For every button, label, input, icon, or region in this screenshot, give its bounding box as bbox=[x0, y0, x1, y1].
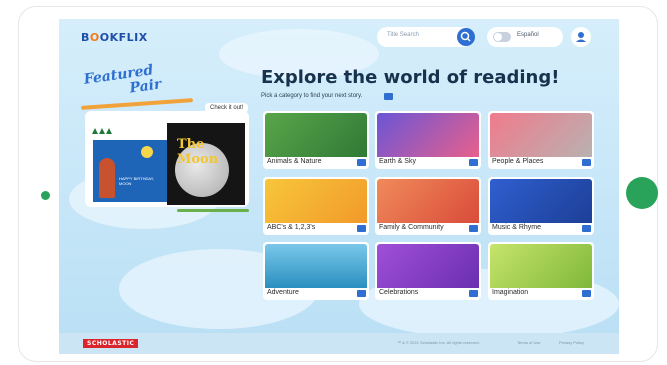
search-button[interactable] bbox=[457, 28, 475, 46]
audio-icon[interactable] bbox=[582, 159, 591, 166]
category-image bbox=[265, 113, 367, 157]
decorative-swoosh bbox=[177, 209, 249, 212]
language-toggle[interactable]: Español bbox=[487, 27, 563, 47]
terms-link[interactable]: Terms of Use bbox=[517, 340, 541, 345]
category-tile-family-community[interactable]: Family & Community bbox=[375, 177, 481, 235]
search-placeholder: Title Search bbox=[387, 32, 419, 38]
audio-icon[interactable] bbox=[582, 290, 591, 297]
audio-icon[interactable] bbox=[469, 159, 478, 166]
language-label: Español bbox=[517, 32, 539, 38]
privacy-link[interactable]: Privacy Policy bbox=[559, 340, 584, 345]
category-image bbox=[490, 244, 592, 288]
category-image bbox=[265, 179, 367, 223]
category-tile-abcs-123s[interactable]: ABC's & 1,2,3's bbox=[263, 177, 369, 235]
bookflix-logo[interactable]: BOOKFLIX bbox=[81, 31, 148, 44]
category-label: ABC's & 1,2,3's bbox=[267, 224, 316, 231]
audio-icon[interactable] bbox=[357, 225, 366, 232]
audio-icon[interactable] bbox=[357, 290, 366, 297]
character-illustration bbox=[99, 158, 115, 198]
featured-pair-title: Featured Pair bbox=[82, 62, 163, 97]
category-image bbox=[377, 113, 479, 157]
category-tile-music-rhyme[interactable]: Music & Rhyme bbox=[488, 177, 594, 235]
category-label: Music & Rhyme bbox=[492, 224, 542, 231]
book-title: The Moon bbox=[177, 137, 219, 167]
home-button[interactable] bbox=[626, 177, 658, 209]
toggle-switch[interactable] bbox=[493, 32, 511, 42]
category-tile-adventure[interactable]: Adventure bbox=[263, 242, 369, 300]
copyright-text: ™ & © 2021 Scholastic Inc. All rights re… bbox=[397, 340, 480, 345]
scholastic-logo[interactable]: SCHOLASTIC bbox=[83, 339, 139, 348]
audio-icon[interactable] bbox=[582, 225, 591, 232]
category-image bbox=[377, 244, 479, 288]
nonfiction-book-cover[interactable]: The Moon bbox=[167, 123, 245, 205]
category-image bbox=[490, 113, 592, 157]
category-image bbox=[490, 179, 592, 223]
toggle-knob bbox=[494, 33, 502, 41]
footer-bar: SCHOLASTIC ™ & © 2021 Scholastic Inc. Al… bbox=[59, 333, 619, 354]
category-label: Adventure bbox=[267, 289, 299, 296]
category-tile-earth-sky[interactable]: Earth & Sky bbox=[375, 111, 481, 169]
audio-icon[interactable] bbox=[469, 290, 478, 297]
category-label: Family & Community bbox=[379, 224, 444, 231]
category-tile-people-places[interactable]: People & Places bbox=[488, 111, 594, 169]
category-tile-animals-nature[interactable]: Animals & Nature bbox=[263, 111, 369, 169]
category-label: Earth & Sky bbox=[379, 158, 416, 165]
category-image bbox=[265, 244, 367, 288]
camera-dot bbox=[41, 191, 50, 200]
category-label: People & Places bbox=[492, 158, 544, 165]
category-label: Imagination bbox=[492, 289, 529, 296]
category-tile-celebrations[interactable]: Celebrations bbox=[375, 242, 481, 300]
category-image bbox=[377, 179, 479, 223]
audio-icon[interactable] bbox=[469, 225, 478, 232]
page-title: Explore the world of reading! bbox=[261, 67, 560, 88]
category-tile-imagination[interactable]: Imagination bbox=[488, 242, 594, 300]
search-icon bbox=[460, 31, 471, 42]
book-title: HAPPY BIRTHDAY, MOON bbox=[119, 176, 155, 186]
audio-icon[interactable] bbox=[384, 93, 393, 100]
profile-button[interactable] bbox=[571, 27, 591, 47]
bookflix-screen: BOOKFLIX Title Search Español Featured P… bbox=[59, 19, 619, 354]
top-bar: BOOKFLIX Title Search Español bbox=[59, 19, 619, 59]
fiction-book-cover[interactable]: HAPPY BIRTHDAY, MOON bbox=[93, 140, 167, 202]
category-label: Animals & Nature bbox=[267, 158, 322, 165]
page-subtitle: Pick a category to find your next story. bbox=[261, 93, 363, 99]
user-icon bbox=[576, 32, 586, 42]
audio-icon[interactable] bbox=[357, 159, 366, 166]
check-it-out-badge[interactable]: Check it out! bbox=[205, 103, 249, 113]
category-label: Celebrations bbox=[379, 289, 419, 296]
sun-illustration bbox=[141, 146, 153, 158]
bookflix-mini-logo-icon bbox=[92, 128, 112, 134]
